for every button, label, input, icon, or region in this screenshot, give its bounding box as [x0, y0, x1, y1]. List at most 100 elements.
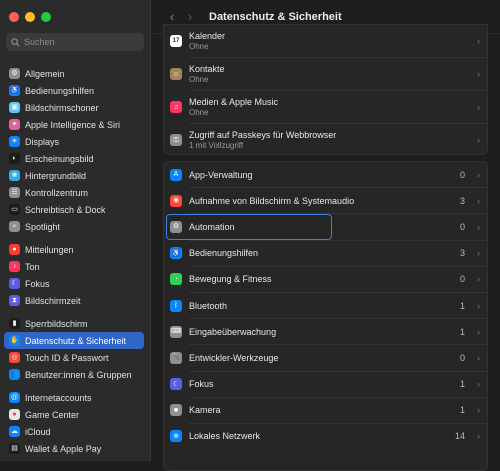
sidebar-item[interactable]: @ Internetaccounts	[4, 389, 144, 406]
music-icon: ♫	[170, 101, 182, 113]
page-title: Datenschutz & Sicherheit	[209, 10, 342, 23]
sidebar-item-label: Mitteilungen	[25, 244, 74, 255]
automation-gear-icon: ⚙	[170, 220, 182, 233]
permission-label: Fokus	[189, 379, 214, 390]
sidebar-item[interactable]: ⚙ Allgemein	[4, 65, 144, 82]
permission-row[interactable]: ♿ Bedienungshilfen 3 ›	[164, 241, 487, 266]
sidebar-item[interactable]: ☾ Fokus	[4, 275, 144, 292]
keyboard-icon: ⌨	[170, 325, 182, 338]
sidebar-item[interactable]: ▭ Schreibtisch & Dock	[4, 201, 144, 218]
accessibility-icon: ♿	[170, 247, 182, 260]
sidebar-item[interactable]: ✦ Apple Intelligence & Siri	[4, 116, 144, 133]
permission-row[interactable]: ⚙ Automation 0 ›	[164, 214, 487, 240]
permission-row[interactable]: 17 Kalender Ohne ›	[164, 25, 487, 57]
icloud-icon: ☁	[9, 426, 20, 437]
permission-row[interactable]: A App-Verwaltung 0 ›	[164, 162, 487, 187]
permission-label: Automation	[189, 221, 235, 232]
sidebar-item[interactable]: ✋ Datenschutz & Sicherheit	[4, 332, 144, 349]
sidebar-item[interactable]: ● Mitteilungen	[4, 241, 144, 258]
contacts-icon: ☺	[170, 68, 182, 80]
sidebar-item[interactable]: ▮ Sperrbildschirm	[4, 315, 144, 332]
sidebar-item[interactable]: ☁ iCloud	[4, 423, 144, 440]
sidebar-item[interactable]: ▤ Wallet & Apple Pay	[4, 440, 144, 457]
passkeys-icon: ⚿	[170, 134, 182, 146]
sidebar-item[interactable]: ♪ Ton	[4, 258, 144, 275]
sidebar-group: ⚙ Allgemein ♿ Bedienungshilfen ▣ Bildschirmsc…	[4, 65, 144, 235]
permission-count: 14	[454, 431, 465, 442]
scrollbar[interactable]	[492, 34, 500, 461]
accessibility-icon: ♿	[9, 85, 20, 96]
permission-row[interactable]: ⌨ Eingabeüberwachung 1 ›	[164, 319, 487, 344]
permission-row[interactable]: ◔ Bewegung & Fitness 0 ›	[164, 267, 487, 292]
permission-label: Zugriff auf Passkeys für Webbrowser	[189, 130, 337, 140]
control-center-icon: ☰	[9, 187, 20, 198]
sidebar-item[interactable]: ▣ Bildschirmschoner	[4, 99, 144, 116]
permissions-group-top: 17 Kalender Ohne › ☺ Kontakte Ohne › ♫ Medien & A…	[163, 24, 488, 155]
permission-sublabel: Ohne	[189, 42, 209, 51]
screen-recording-icon: ◉	[170, 194, 182, 207]
sidebar-item[interactable]: ⌕ Spotlight	[4, 218, 144, 235]
permission-row[interactable]: ♫ Medien & Apple Music Ohne ›	[164, 91, 487, 123]
forward-chevron-icon[interactable]: ›	[181, 9, 199, 24]
permission-row[interactable]: ⊕ Lokales Netzwerk 14 ›	[164, 424, 487, 449]
window-controls	[9, 12, 51, 22]
notifications-icon: ●	[9, 244, 20, 255]
permission-count: 1	[459, 326, 465, 337]
sidebar-item[interactable]: ● Game Center	[4, 406, 144, 423]
permission-text: Kalender Ohne	[189, 31, 225, 51]
game-center-icon: ●	[9, 409, 20, 420]
sidebar-item-label: Sperrbildschirm	[25, 318, 88, 329]
sidebar-group: ▮ Sperrbildschirm ✋ Datenschutz & Sicherhei…	[4, 315, 144, 383]
permission-count: 1	[459, 379, 465, 390]
permission-row[interactable]: ☺ Kontakte Ohne ›	[164, 58, 487, 90]
focus-icon: ☾	[9, 278, 20, 289]
permission-count: 0	[459, 274, 465, 285]
permissions-group-main: A App-Verwaltung 0 › ◉ Aufnahme von Bildschir…	[163, 161, 488, 471]
sidebar-item-label: Fokus	[25, 278, 50, 289]
permission-row[interactable]: ⚿ Zugriff auf Passkeys für Webbrowser 1 mi…	[164, 124, 487, 156]
close-button[interactable]	[9, 12, 19, 22]
permission-text: Medien & Apple Music Ohne	[189, 97, 278, 117]
back-chevron-icon[interactable]: ‹	[163, 9, 181, 24]
bluetooth-icon: ᛒ	[170, 299, 182, 312]
sidebar-item[interactable]: ☰ Kontrollzentrum	[4, 184, 144, 201]
permission-row[interactable]: ◉ Aufnahme von Bildschirm & Systemaudio 3 ›	[164, 188, 487, 213]
sidebar-item[interactable]: ☀ Displays	[4, 133, 144, 150]
spotlight-icon: ⌕	[9, 221, 20, 232]
permission-label: Aufnahme von Bildschirm & Systemaudio	[189, 195, 355, 206]
zoom-button[interactable]	[41, 12, 51, 22]
sidebar-item[interactable]: ❀ Hintergrundbild	[4, 167, 144, 184]
permission-row[interactable]: ᛒ Bluetooth 1 ›	[164, 293, 487, 318]
search-field[interactable]	[6, 33, 144, 51]
permission-row[interactable]: ☾ Fokus 1 ›	[164, 372, 487, 397]
sidebar-item[interactable]: ◎ Touch ID & Passwort	[4, 349, 144, 366]
sidebar-item[interactable]: ◐ Erscheinungsbild	[4, 150, 144, 167]
lock-screen-icon: ▮	[9, 318, 20, 329]
focus-icon: ☾	[170, 378, 182, 391]
minimize-button[interactable]	[25, 12, 35, 22]
permission-row[interactable]: ■ Kamera 1 ›	[164, 398, 487, 423]
chevron-right-icon: ›	[477, 36, 480, 46]
permission-count: 0	[459, 221, 465, 232]
screen-time-icon: ⧗	[9, 295, 20, 306]
network-icon: ⊕	[170, 430, 182, 443]
sidebar-item-label: Bildschirmschoner	[25, 102, 99, 113]
permission-label: Medien & Apple Music	[189, 97, 279, 107]
app-store-icon: A	[170, 168, 182, 181]
chevron-right-icon: ›	[477, 300, 480, 311]
chevron-right-icon: ›	[477, 326, 480, 337]
sidebar-item[interactable]: ♿ Bedienungshilfen	[4, 82, 144, 99]
users-icon: 👥	[9, 369, 20, 380]
permission-row[interactable]: 🔨 Entwickler-Werkzeuge 0 ›	[164, 345, 487, 370]
sidebar-item-label: Datenschutz & Sicherheit	[25, 335, 127, 346]
sidebar-item[interactable]: ⧗ Bildschirmzeit	[4, 292, 144, 309]
permission-count: 1	[459, 300, 465, 311]
permission-label: Eingabeüberwachung	[189, 326, 277, 337]
search-input[interactable]	[24, 37, 134, 47]
chevron-right-icon: ›	[477, 352, 480, 363]
sidebar-item-label: Benutzer:innen & Gruppen	[25, 369, 132, 380]
sidebar-item-label: Hintergrundbild	[25, 170, 87, 181]
settings-window: ⚙ Allgemein ♿ Bedienungshilfen ▣ Bildschirmsc…	[0, 0, 500, 471]
permission-text: Zugriff auf Passkeys für Webbrowser 1 mit…	[189, 130, 336, 150]
sidebar-item[interactable]: 👥 Benutzer:innen & Gruppen	[4, 366, 144, 383]
